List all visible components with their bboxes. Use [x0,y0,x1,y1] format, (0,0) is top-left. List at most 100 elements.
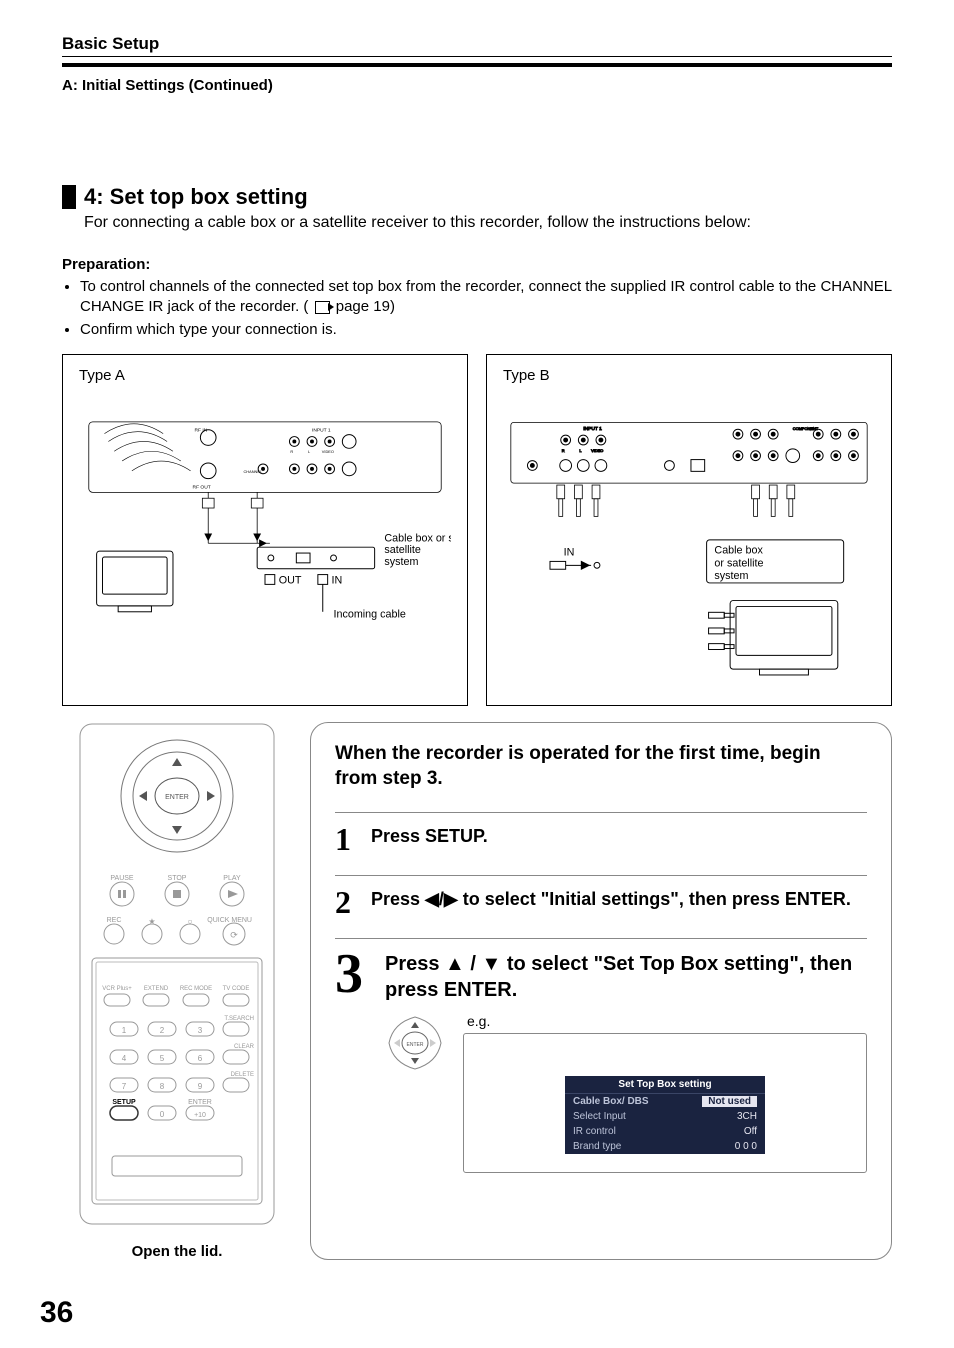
svg-text:ENTER: ENTER [165,794,189,801]
osd-row-3: Brand type 0 0 0 [565,1139,765,1154]
svg-text:ENTER: ENTER [407,1042,424,1048]
remote-illustration: ENTER PAUSE STOP PLAY REC QUICK MENU ★ ○… [62,722,292,1232]
svg-text:T.SEARCH: T.SEARCH [224,1016,254,1022]
svg-text:9: 9 [198,1082,203,1091]
step-3-body: ENTER e.g. Set Top Box setting Cable Box… [385,1013,867,1173]
svg-text:1: 1 [122,1026,127,1035]
step-3-text: Press ▲ / ▼ to select "Set Top Box setti… [385,949,867,1003]
svg-text:2: 2 [160,1026,165,1035]
svg-text:○: ○ [188,917,193,926]
step-1-number: 1 [335,823,371,855]
diagram-type-a-svg: RF IN RF OUT INPUT 1 R L VIDEO [79,384,451,634]
svg-text:CHANNEL: CHANNEL [243,469,262,474]
svg-text:DELETE: DELETE [231,1072,254,1078]
osd-row-1-key: Select Input [573,1111,626,1122]
osd-row-2: IR control Off [565,1124,765,1139]
remote-column: ENTER PAUSE STOP PLAY REC QUICK MENU ★ ○… [62,722,292,1260]
svg-text:Cable box: Cable box [714,544,763,556]
svg-text:ENTER: ENTER [188,1099,212,1106]
step-2-number: 2 [335,886,371,918]
rule-thin-1 [62,56,892,57]
osd-row-0-key: Cable Box/ DBS [573,1096,649,1107]
diagram-type-b-label: Type B [503,367,875,384]
preparation-title: Preparation: [62,256,892,273]
preparation-bullet-1-a: To control channels of the connected set… [80,278,892,315]
header-section: Basic Setup [62,34,892,54]
svg-text:INPUT 1: INPUT 1 [312,427,331,433]
diagram-type-b-svg: INPUT 1 RLVIDEO COMPONENT [503,384,875,684]
preparation-bullet-1: To control channels of the connected set… [80,277,892,318]
svg-text:REC: REC [107,917,122,924]
svg-text:INPUT 1: INPUT 1 [583,426,602,432]
svg-text:Incoming cable: Incoming cable [334,608,406,620]
type-a-box-label: Cable box or satellite system [384,532,451,544]
section-4-heading: 4: Set top box setting [62,184,892,210]
enter-dpad-icon: ENTER [385,1013,445,1073]
diagram-row: Type A RF IN RF OUT INPUT 1 [62,354,892,706]
svg-text:4: 4 [122,1054,127,1063]
svg-text:VCR Plus+: VCR Plus+ [102,986,132,992]
step-2: 2 Press ◀/▶ to select "Initial settings"… [335,875,867,918]
osd-title: Set Top Box setting [565,1076,765,1094]
svg-text:5: 5 [160,1054,165,1063]
first-time-note: When the recorder is operated for the fi… [335,741,867,792]
svg-text:REC MODE: REC MODE [180,986,212,992]
osd-row-3-val: 0 0 0 [735,1141,757,1152]
svg-text:PAUSE: PAUSE [110,875,134,882]
header-subheader: A: Initial Settings (Continued) [62,77,892,94]
svg-text:0: 0 [160,1110,165,1119]
osd-row-0-val: Not used [702,1096,757,1107]
diagram-type-a-label: Type A [79,367,451,384]
svg-text:OUT: OUT [279,574,302,586]
svg-text:★: ★ [148,917,155,926]
svg-text:⟳: ⟳ [230,930,238,940]
svg-text:RF OUT: RF OUT [193,484,211,490]
svg-text:L: L [308,449,311,454]
eg-label: e.g. [467,1013,867,1029]
svg-text:QUICK MENU: QUICK MENU [207,917,252,924]
osd-row-0: Cable Box/ DBS Not used [565,1094,765,1109]
svg-text:VIDEO: VIDEO [591,448,603,453]
preparation-bullet-1-b: page 19) [336,298,395,315]
svg-text:7: 7 [122,1082,127,1091]
section-4-intro: For connecting a cable box or a satellit… [84,214,892,232]
svg-text:STOP: STOP [168,875,187,882]
step-2-text: Press ◀/▶ to select "Initial settings", … [371,886,851,911]
preparation-bullet-2: Confirm which type your connection is. [80,320,892,340]
svg-text:TV CODE: TV CODE [223,986,250,992]
example-block: e.g. Set Top Box setting Cable Box/ DBS … [463,1013,867,1173]
svg-text:8: 8 [160,1082,165,1091]
svg-text:or satellite: or satellite [714,557,763,569]
svg-text:6: 6 [198,1054,203,1063]
diagram-type-b: Type B INPUT 1 RLVIDEO COMPONENT [486,354,892,706]
section-marker-icon [62,185,76,209]
osd-row-1: Select Input 3CH [565,1109,765,1124]
osd-row-2-key: IR control [573,1126,616,1137]
svg-text:+10: +10 [194,1112,206,1119]
svg-text:L: L [579,448,582,453]
lower-row: ENTER PAUSE STOP PLAY REC QUICK MENU ★ ○… [62,722,892,1260]
page-ref-arrow-icon [315,301,330,314]
osd-row-1-val: 3CH [737,1111,757,1122]
diagram-type-a: Type A RF IN RF OUT INPUT 1 [62,354,468,706]
svg-text:RF IN: RF IN [195,427,208,433]
svg-text:R: R [562,448,565,453]
svg-text:R: R [290,449,293,454]
svg-text:PLAY: PLAY [223,875,241,882]
svg-text:EXTEND: EXTEND [144,986,169,992]
svg-text:system: system [384,556,418,568]
step-3: 3 Press ▲ / ▼ to select "Set Top Box set… [335,938,867,1003]
svg-text:IN: IN [564,546,575,558]
osd-screen: Set Top Box setting Cable Box/ DBS Not u… [565,1076,765,1154]
svg-text:VIDEO: VIDEO [322,449,334,454]
svg-text:system: system [714,570,748,582]
remote-caption: Open the lid. [62,1243,292,1260]
rule-thick [62,63,892,67]
section-4-title: 4: Set top box setting [84,184,308,210]
svg-text:3: 3 [198,1026,203,1035]
svg-text:satellite: satellite [384,544,420,556]
svg-text:CLEAR: CLEAR [234,1044,255,1050]
step-1: 1 Press SETUP. [335,812,867,855]
step-1-text: Press SETUP. [371,823,488,848]
preparation-list: To control channels of the connected set… [62,277,892,340]
